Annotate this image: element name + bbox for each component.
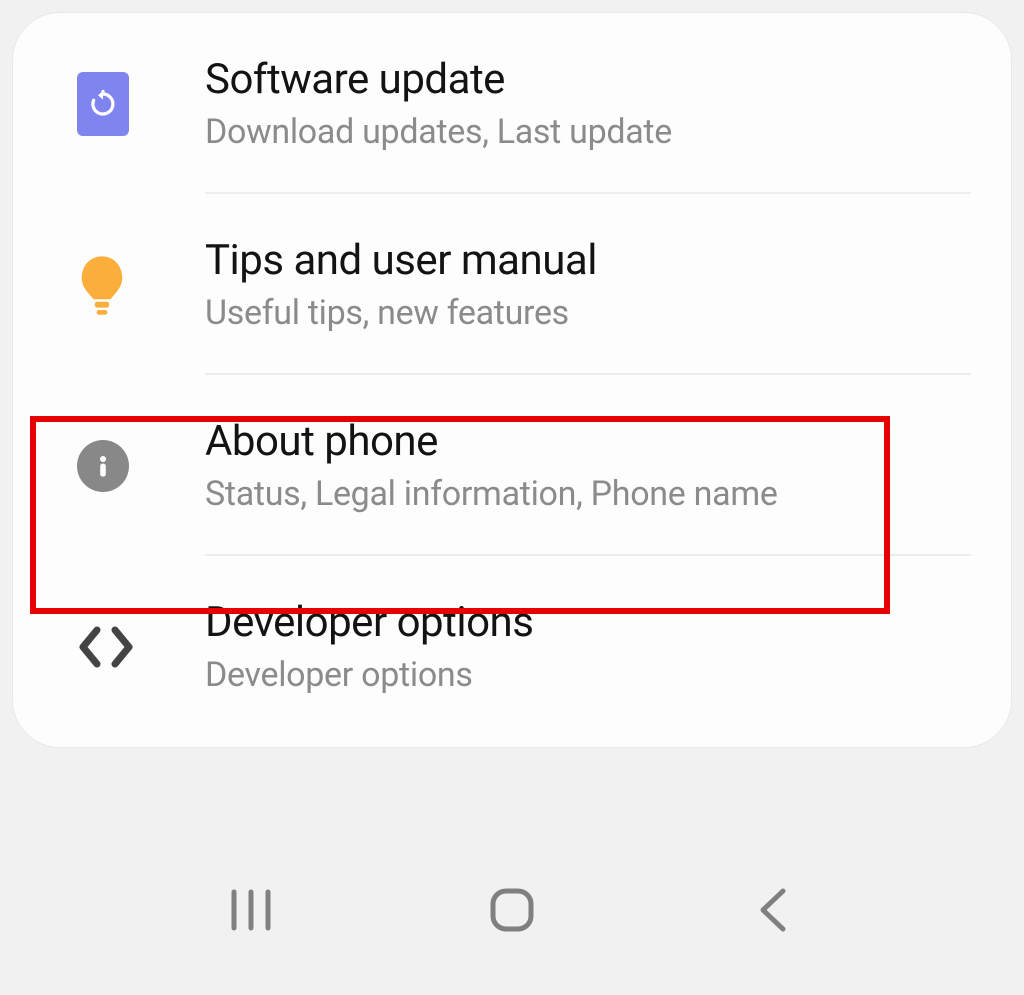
item-title: About phone (205, 417, 977, 466)
item-texts: Software update Download updates, Last u… (167, 55, 977, 152)
code-icon (77, 624, 135, 670)
android-nav-bar (0, 855, 1024, 995)
nav-recents-button[interactable] (211, 870, 291, 950)
nav-home-button[interactable] (472, 870, 552, 950)
icon-slot (47, 440, 167, 492)
item-subtitle: Download updates, Last update (205, 112, 977, 152)
icon-slot (47, 624, 167, 670)
item-title: Tips and user manual (205, 236, 977, 285)
item-subtitle: Useful tips, new features (205, 293, 977, 333)
settings-item-developer-options[interactable]: Developer options Developer options (13, 556, 1011, 737)
settings-item-software-update[interactable]: Software update Download updates, Last u… (13, 13, 1011, 194)
icon-slot (47, 254, 167, 316)
item-subtitle: Status, Legal information, Phone name (205, 474, 977, 514)
item-texts: Developer options Developer options (167, 598, 977, 695)
item-subtitle: Developer options (205, 655, 977, 695)
item-title: Developer options (205, 598, 977, 647)
bulb-icon (77, 254, 127, 316)
settings-card: Software update Download updates, Last u… (12, 12, 1012, 748)
settings-item-about-phone[interactable]: About phone Status, Legal information, P… (13, 375, 1011, 556)
icon-slot (47, 72, 167, 136)
item-texts: Tips and user manual Useful tips, new fe… (167, 236, 977, 333)
settings-item-tips[interactable]: Tips and user manual Useful tips, new fe… (13, 194, 1011, 375)
item-title: Software update (205, 55, 977, 104)
nav-back-button[interactable] (733, 870, 813, 950)
item-texts: About phone Status, Legal information, P… (167, 417, 977, 514)
update-icon (77, 72, 129, 136)
info-icon (77, 440, 129, 492)
